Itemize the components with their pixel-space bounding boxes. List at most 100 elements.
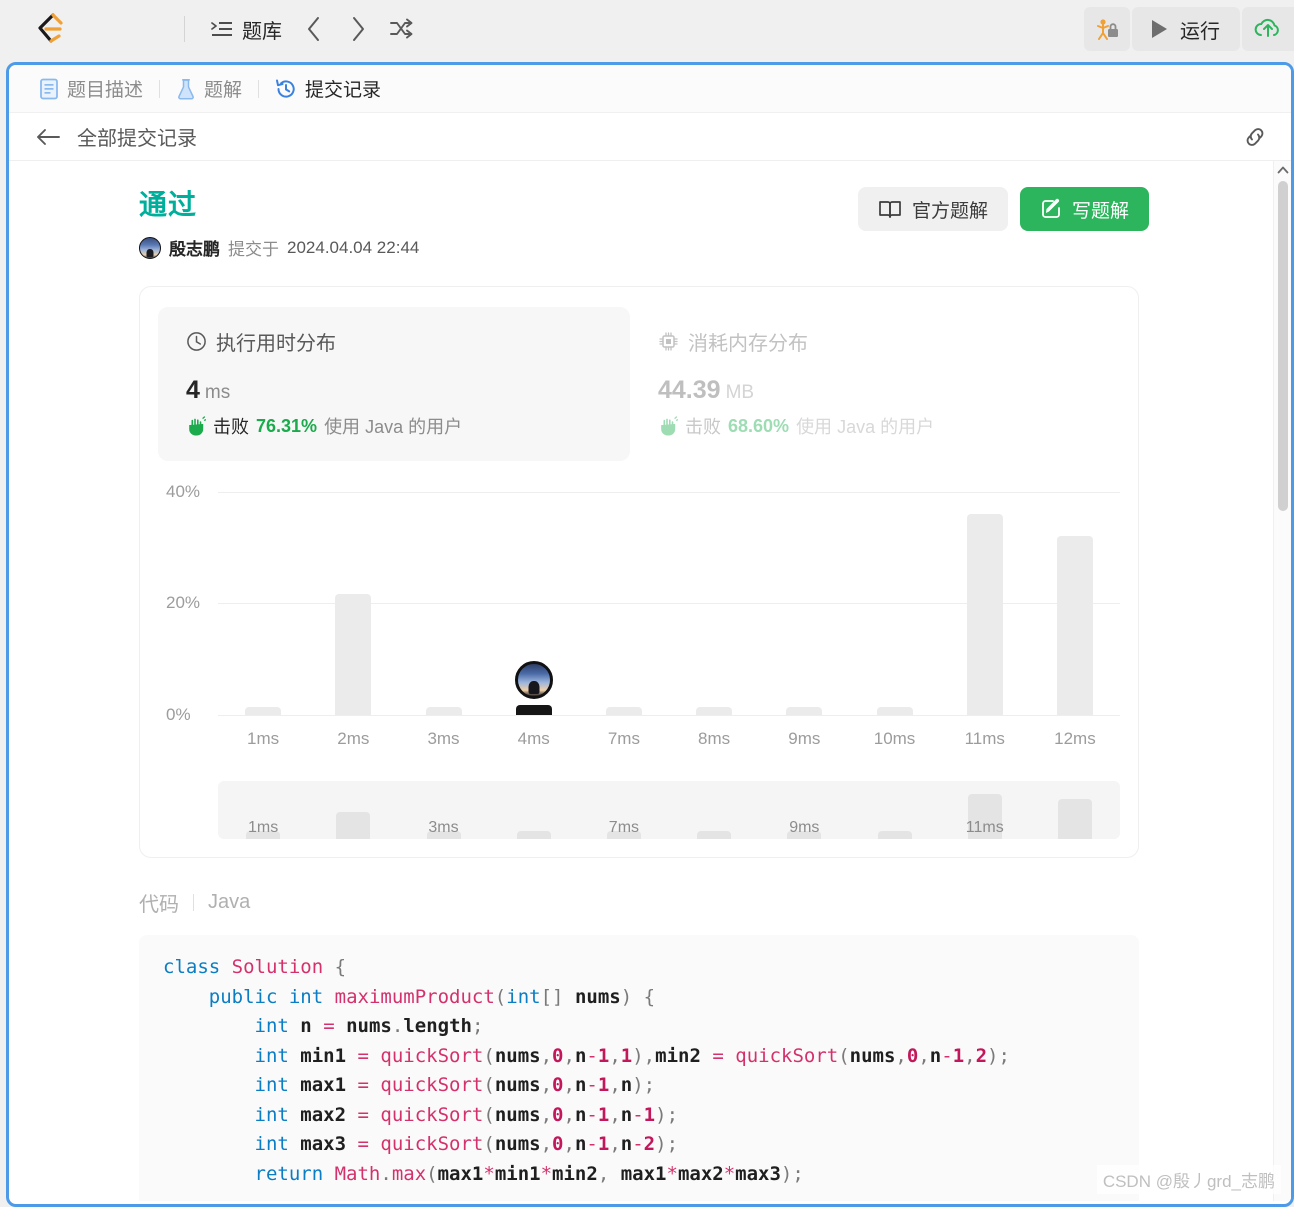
play-icon: [1152, 20, 1167, 38]
chart-bar-slot[interactable]: [398, 475, 488, 715]
chart-gridline: [218, 715, 1120, 716]
performance-card: 执行用时分布 4 ms 击败 76.31% 使用 Java 的用户 消耗内存分布…: [139, 286, 1139, 858]
range-slider-label: 7ms: [608, 819, 640, 836]
code-block: class Solution { public int maximumProdu…: [139, 935, 1139, 1201]
chart-plot-area: [218, 475, 1120, 715]
chart-bar-slot[interactable]: [579, 475, 669, 715]
chart-x-label: 2ms: [337, 729, 370, 748]
chart-bar-slot[interactable]: [308, 475, 398, 715]
tab-submissions-label: 提交记录: [305, 80, 382, 101]
runtime-stat-title: 执行用时分布: [216, 333, 336, 355]
chart-bar[interactable]: [966, 514, 1003, 715]
runtime-beat-suffix: 使用 Java 的用户: [324, 417, 463, 437]
memory-value: 44.39: [658, 376, 721, 404]
scroll-up-button[interactable]: [1274, 161, 1291, 179]
stats-row: 执行用时分布 4 ms 击败 76.31% 使用 Java 的用户 消耗内存分布…: [158, 307, 1120, 461]
chart-bar[interactable]: [876, 706, 913, 715]
problems-list-button[interactable]: 题库: [203, 9, 290, 50]
chart-bar[interactable]: [425, 706, 462, 715]
submit-button[interactable]: [1242, 7, 1294, 51]
tab-solutions-label: 题解: [204, 80, 243, 101]
chart-bars: [218, 475, 1120, 715]
range-slider-label: 3ms: [428, 819, 459, 836]
chart-bar[interactable]: [515, 704, 552, 715]
official-solution-button[interactable]: 官方题解: [857, 187, 1008, 231]
tab-description[interactable]: 题目描述: [37, 71, 145, 106]
runtime-stat-header: 执行用时分布: [186, 327, 606, 356]
show-more-button[interactable]: 查看更多: [163, 1189, 1115, 1201]
chart-bar[interactable]: [605, 706, 642, 715]
chart-bar-slot[interactable]: [489, 475, 579, 715]
wave-hand-icon: [189, 416, 206, 436]
chart-bar[interactable]: [245, 706, 282, 715]
scrollbar-thumb[interactable]: [1278, 181, 1288, 511]
run-button[interactable]: 运行: [1132, 7, 1240, 51]
verdict-block: 通过 殷志鹏 提交于 2024.04.04 22:44: [139, 183, 419, 260]
chart-x-label: 8ms: [698, 729, 731, 748]
tab-submissions[interactable]: 提交记录: [273, 71, 383, 106]
chart-x-label: 7ms: [607, 729, 640, 748]
solution-actions: 官方题解 写题解: [857, 183, 1149, 231]
copy-link-button[interactable]: [1241, 124, 1269, 150]
runtime-stat[interactable]: 执行用时分布 4 ms 击败 76.31% 使用 Java 的用户: [158, 307, 630, 461]
range-slider-label: [489, 819, 579, 837]
chart-x-axis-labels: 1ms 2ms 3ms 4ms 7ms 8ms 9ms 10ms 11ms 12ms: [218, 729, 1120, 749]
debug-lock-icon: [1097, 19, 1118, 40]
chart-bar-slot[interactable]: [940, 475, 1030, 715]
range-slider-label: [849, 819, 939, 837]
debug-button[interactable]: [1084, 7, 1130, 51]
book-icon: [879, 201, 901, 218]
chart-bar[interactable]: [696, 706, 733, 715]
chart-x-label: 10ms: [873, 729, 916, 748]
topbar-divider: [184, 16, 185, 42]
topbar-nav-group: 题库: [203, 9, 422, 50]
chart-y-label: 40%: [166, 481, 201, 501]
submitter-name[interactable]: 殷志鹏: [169, 235, 220, 260]
chart-bar-slot[interactable]: [669, 475, 759, 715]
chevron-left-icon: [308, 17, 319, 41]
chart-bar[interactable]: [335, 593, 372, 715]
next-problem-button[interactable]: [338, 9, 378, 49]
chart-bar[interactable]: [1056, 536, 1093, 715]
verdict-row: 通过 殷志鹏 提交于 2024.04.04 22:44 官方题解 写题解: [139, 183, 1149, 260]
history-icon: [275, 78, 297, 100]
write-solution-label: 写题解: [1071, 200, 1129, 222]
write-solution-button[interactable]: 写题解: [1019, 187, 1149, 231]
prev-problem-button[interactable]: [294, 9, 334, 49]
chart-bar-slot[interactable]: [1030, 475, 1120, 715]
submitted-prefix: 提交于: [228, 240, 279, 259]
runtime-value: 4: [186, 376, 200, 404]
chart-bar-slot[interactable]: [849, 475, 939, 715]
content-scrollbar[interactable]: [1273, 161, 1291, 1201]
watermark: CSDN @殷丿grd_志鹏: [1096, 1165, 1281, 1194]
tab-solutions[interactable]: 题解: [174, 71, 244, 106]
problems-label: 题库: [242, 20, 282, 43]
chart-x-label: 11ms: [964, 729, 1005, 748]
chart-x-label: 3ms: [427, 729, 460, 748]
run-label: 运行: [1180, 20, 1220, 43]
chart-bar-slot[interactable]: [218, 475, 308, 715]
memory-beat-suffix: 使用 Java 的用户: [796, 417, 935, 437]
leetcode-logo[interactable]: [26, 7, 70, 51]
edit-icon: [1042, 198, 1060, 218]
chart-x-label: 12ms: [1054, 729, 1096, 748]
range-slider-label: 11ms: [965, 819, 1004, 836]
breadcrumb[interactable]: 全部提交记录: [77, 122, 197, 151]
chart-range-slider[interactable]: 1ms 3ms 7ms 9ms 11ms: [218, 781, 1120, 839]
range-slider-label: [669, 819, 759, 837]
flask-icon: [176, 78, 196, 100]
chart-bar[interactable]: [786, 706, 823, 715]
tab-separator: [159, 79, 161, 98]
random-problem-button[interactable]: [382, 9, 422, 49]
avatar: [139, 236, 161, 259]
topbar-actions: 运行: [1084, 7, 1294, 51]
link-icon: [1246, 127, 1264, 146]
code-language[interactable]: Java: [208, 891, 250, 914]
memory-stat-header: 消耗内存分布: [658, 327, 1078, 356]
code-content[interactable]: class Solution { public int maximumProdu…: [163, 953, 1115, 1189]
chart-bar-slot[interactable]: [759, 475, 849, 715]
memory-stat[interactable]: 消耗内存分布 44.39 MB 击败 68.60% 使用 Java 的用户: [630, 307, 1102, 461]
list-icon: [211, 19, 233, 39]
range-slider-label: 9ms: [789, 819, 820, 836]
back-button[interactable]: [35, 127, 61, 147]
